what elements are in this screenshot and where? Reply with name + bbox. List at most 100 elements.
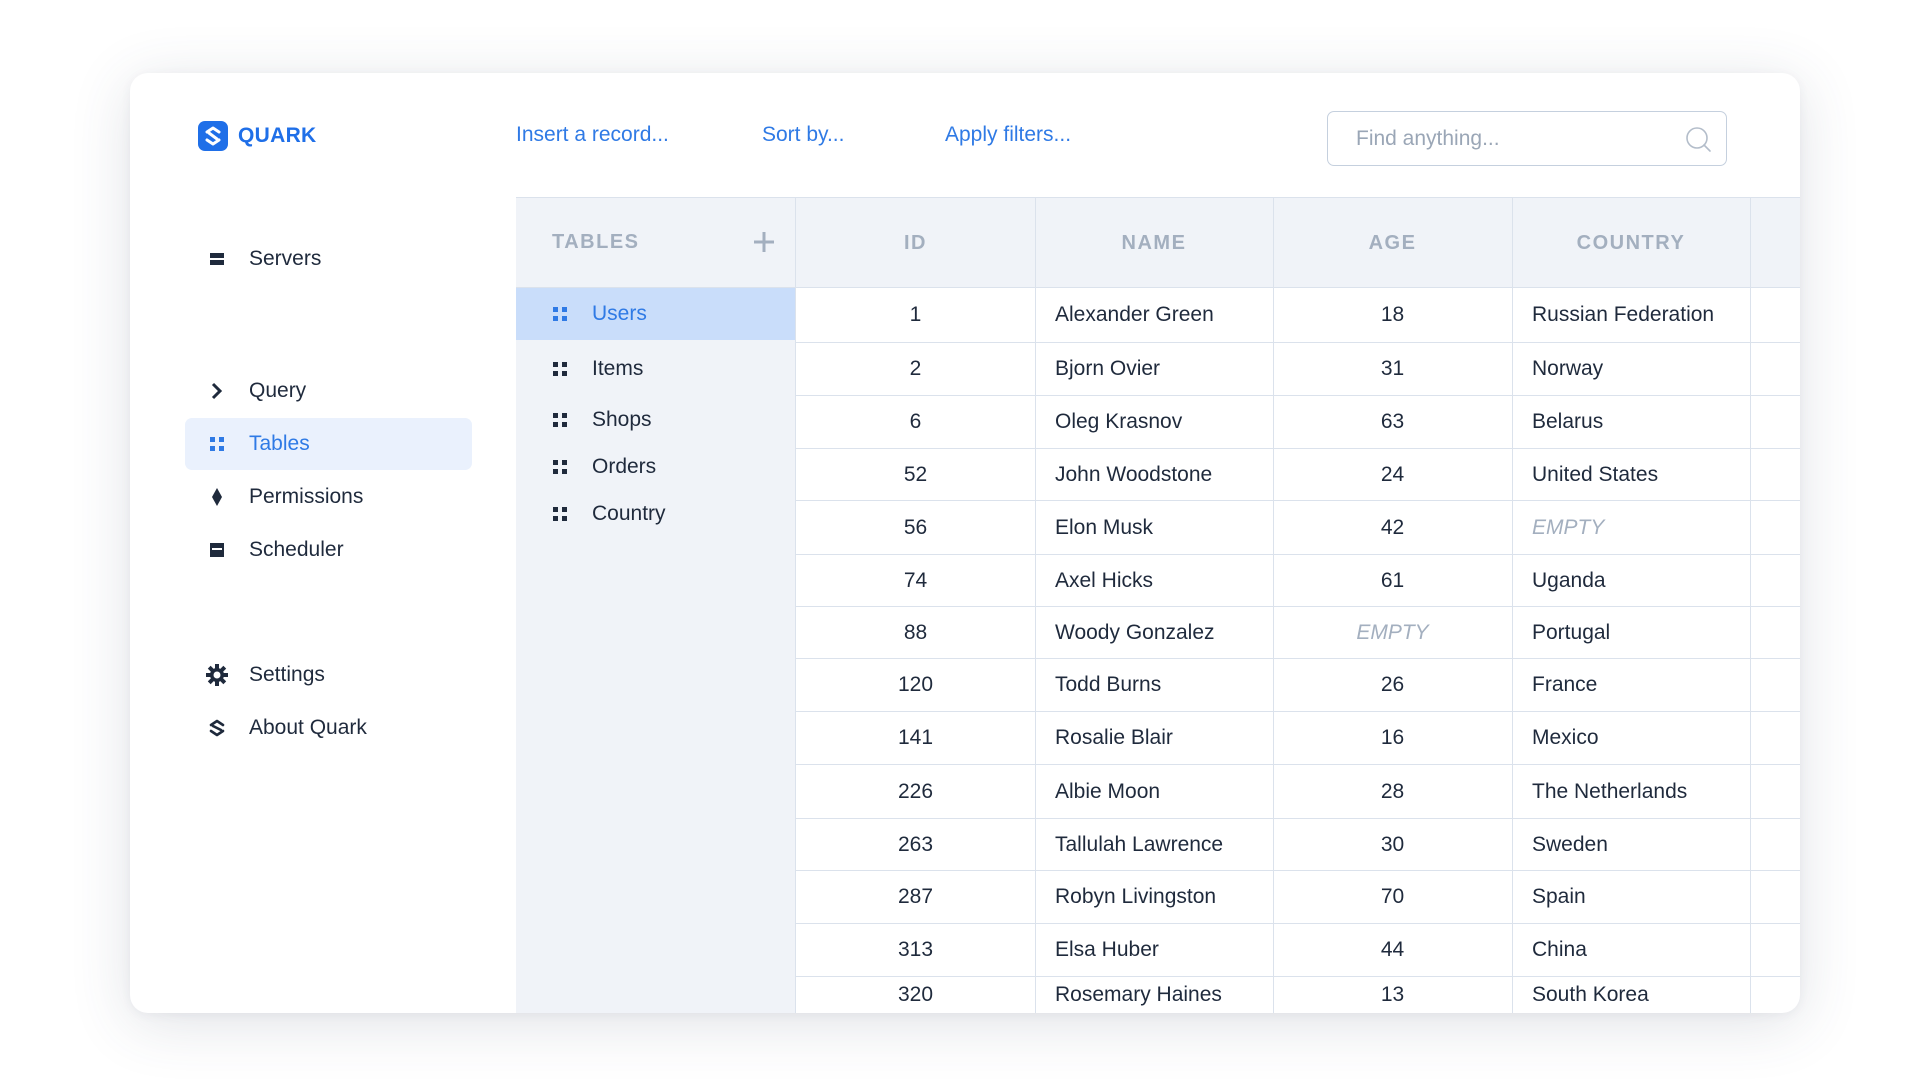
- table-row[interactable]: 88 Woody Gonzalez EMPTY Portugal: [796, 607, 1800, 659]
- app-logo[interactable]: QUARK: [198, 121, 317, 151]
- cell-age[interactable]: 16: [1273, 712, 1512, 764]
- column-header-id[interactable]: ID: [796, 198, 1035, 288]
- table-row[interactable]: 320 Rosemary Haines 13 South Korea: [796, 977, 1800, 1013]
- table-row[interactable]: 1 Alexander Green 18 Russian Federation: [796, 288, 1800, 343]
- cell-name[interactable]: Todd Burns: [1035, 659, 1273, 711]
- sidebar-item-tables[interactable]: Tables: [185, 418, 472, 470]
- cell-country[interactable]: Norway: [1512, 343, 1750, 395]
- sidebar-item-permissions[interactable]: Permissions: [185, 471, 472, 523]
- cell-id[interactable]: 287: [796, 871, 1035, 923]
- table-row[interactable]: 6 Oleg Krasnov 63 Belarus: [796, 396, 1800, 449]
- cell-name[interactable]: John Woodstone: [1035, 449, 1273, 500]
- table-row[interactable]: 74 Axel Hicks 61 Uganda: [796, 555, 1800, 607]
- cell-id[interactable]: 56: [796, 501, 1035, 554]
- table-row[interactable]: 287 Robyn Livingston 70 Spain: [796, 871, 1800, 924]
- sidebar-item-about[interactable]: About Quark: [185, 702, 472, 754]
- add-table-icon[interactable]: [753, 231, 775, 258]
- cell-id[interactable]: 313: [796, 924, 1035, 976]
- cell-age[interactable]: 61: [1273, 555, 1512, 606]
- sidebar-item-label: Settings: [249, 663, 325, 686]
- cell-name[interactable]: Rosemary Haines: [1035, 977, 1273, 1013]
- cell-name[interactable]: Bjorn Ovier: [1035, 343, 1273, 395]
- cell-name[interactable]: Tallulah Lawrence: [1035, 819, 1273, 870]
- cell-name[interactable]: Alexander Green: [1035, 288, 1273, 342]
- apply-filters-link[interactable]: Apply filters...: [945, 123, 1071, 147]
- table-item-items[interactable]: Items: [516, 343, 795, 395]
- cell-country[interactable]: France: [1512, 659, 1750, 711]
- sidebar-item-query[interactable]: Query: [185, 365, 472, 417]
- table-row[interactable]: 52 John Woodstone 24 United States: [796, 449, 1800, 501]
- table-row[interactable]: 313 Elsa Huber 44 China: [796, 924, 1800, 977]
- column-header-age[interactable]: AGE: [1273, 198, 1512, 288]
- cell-id[interactable]: 120: [796, 659, 1035, 711]
- cell-age[interactable]: 42: [1273, 501, 1512, 554]
- cell-id[interactable]: 88: [796, 607, 1035, 658]
- cell-age[interactable]: 26: [1273, 659, 1512, 711]
- cell-age[interactable]: 28: [1273, 765, 1512, 818]
- sidebar-item-settings[interactable]: Settings: [185, 649, 472, 701]
- cell-age[interactable]: 44: [1273, 924, 1512, 976]
- table-row[interactable]: 56 Elon Musk 42 EMPTY: [796, 501, 1800, 555]
- sidebar-item-servers[interactable]: Servers: [185, 233, 472, 285]
- cell-country[interactable]: EMPTY: [1512, 501, 1750, 554]
- cell-name[interactable]: Robyn Livingston: [1035, 871, 1273, 923]
- cell-id[interactable]: 74: [796, 555, 1035, 606]
- cell-age[interactable]: 24: [1273, 449, 1512, 500]
- cell-country[interactable]: Sweden: [1512, 819, 1750, 870]
- cell-id[interactable]: 263: [796, 819, 1035, 870]
- quark-logo-icon: [203, 714, 231, 742]
- search-input[interactable]: [1356, 126, 1656, 151]
- cell-id[interactable]: 141: [796, 712, 1035, 764]
- search-icon[interactable]: [1684, 125, 1712, 159]
- cell-name[interactable]: Oleg Krasnov: [1035, 396, 1273, 448]
- app-window: QUARK Servers Query Tables Permissions S…: [130, 73, 1800, 1013]
- cell-name[interactable]: Rosalie Blair: [1035, 712, 1273, 764]
- cell-age[interactable]: 70: [1273, 871, 1512, 923]
- cell-country[interactable]: South Korea: [1512, 977, 1750, 1013]
- cell-age[interactable]: EMPTY: [1273, 607, 1512, 658]
- sort-by-link[interactable]: Sort by...: [762, 123, 844, 147]
- table-item-shops[interactable]: Shops: [516, 394, 795, 446]
- cell-name[interactable]: Elsa Huber: [1035, 924, 1273, 976]
- cell-age[interactable]: 18: [1273, 288, 1512, 342]
- gear-icon: [203, 661, 231, 689]
- table-row[interactable]: 120 Todd Burns 26 France: [796, 659, 1800, 712]
- column-divider: [1035, 198, 1036, 1013]
- cell-country[interactable]: Portugal: [1512, 607, 1750, 658]
- table-row[interactable]: 263 Tallulah Lawrence 30 Sweden: [796, 819, 1800, 871]
- cell-id[interactable]: 1: [796, 288, 1035, 342]
- cell-name[interactable]: Elon Musk: [1035, 501, 1273, 554]
- insert-record-link[interactable]: Insert a record...: [516, 123, 669, 147]
- tables-header: TABLES: [516, 198, 795, 288]
- cell-age[interactable]: 31: [1273, 343, 1512, 395]
- cell-name[interactable]: Woody Gonzalez: [1035, 607, 1273, 658]
- cell-age[interactable]: 13: [1273, 977, 1512, 1013]
- column-divider: [1273, 198, 1274, 1013]
- cell-id[interactable]: 320: [796, 977, 1035, 1013]
- table-row[interactable]: 2 Bjorn Ovier 31 Norway: [796, 343, 1800, 396]
- table-item-users[interactable]: Users: [516, 288, 795, 340]
- cell-name[interactable]: Axel Hicks: [1035, 555, 1273, 606]
- cell-age[interactable]: 30: [1273, 819, 1512, 870]
- cell-id[interactable]: 52: [796, 449, 1035, 500]
- table-row[interactable]: 226 Albie Moon 28 The Netherlands: [796, 765, 1800, 819]
- cell-country[interactable]: The Netherlands: [1512, 765, 1750, 818]
- cell-name[interactable]: Albie Moon: [1035, 765, 1273, 818]
- cell-country[interactable]: Spain: [1512, 871, 1750, 923]
- table-row[interactable]: 141 Rosalie Blair 16 Mexico: [796, 712, 1800, 765]
- cell-id[interactable]: 6: [796, 396, 1035, 448]
- cell-country[interactable]: United States: [1512, 449, 1750, 500]
- cell-country[interactable]: Belarus: [1512, 396, 1750, 448]
- cell-age[interactable]: 63: [1273, 396, 1512, 448]
- cell-country[interactable]: Mexico: [1512, 712, 1750, 764]
- cell-country[interactable]: Uganda: [1512, 555, 1750, 606]
- column-header-name[interactable]: NAME: [1035, 198, 1273, 288]
- cell-id[interactable]: 2: [796, 343, 1035, 395]
- cell-country[interactable]: Russian Federation: [1512, 288, 1750, 342]
- cell-id[interactable]: 226: [796, 765, 1035, 818]
- cell-country[interactable]: China: [1512, 924, 1750, 976]
- column-header-country[interactable]: COUNTRY: [1512, 198, 1750, 288]
- sidebar-item-scheduler[interactable]: Scheduler: [185, 524, 472, 576]
- table-item-country[interactable]: Country: [516, 488, 795, 540]
- table-item-orders[interactable]: Orders: [516, 441, 795, 493]
